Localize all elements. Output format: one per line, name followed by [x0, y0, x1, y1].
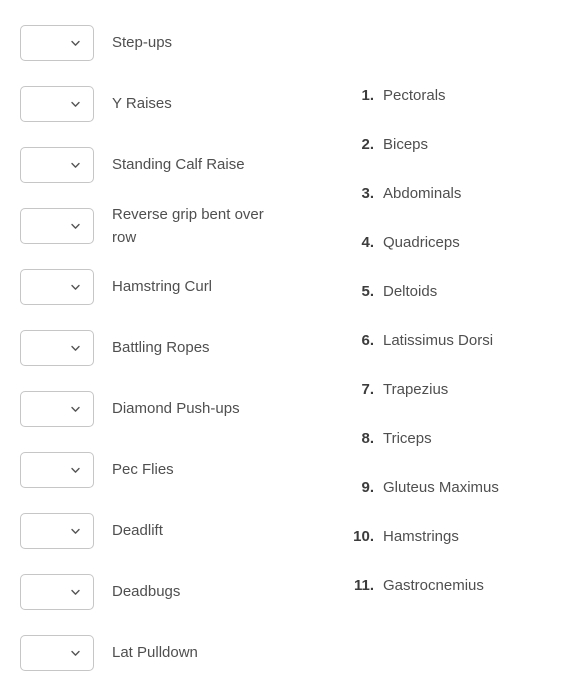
- select-wrapper: [20, 512, 94, 549]
- exercise-label: Diamond Push-ups: [112, 400, 240, 417]
- exercise-row: Y Raises: [0, 73, 320, 134]
- list-item-number: 4.: [361, 234, 374, 251]
- list-item-label: Deltoids: [383, 283, 438, 300]
- chevron-down-icon: [69, 341, 82, 354]
- select-wrapper: [20, 573, 94, 610]
- list-item-number: 11.: [353, 577, 374, 594]
- chevron-down-icon: [69, 280, 82, 293]
- list-item-number: 3.: [361, 185, 374, 202]
- chevron-down-icon: [69, 524, 82, 537]
- list-item-label: Quadriceps: [383, 234, 460, 251]
- exercise-select-deadbugs[interactable]: [20, 573, 94, 610]
- select-wrapper: [20, 268, 94, 305]
- select-wrapper: [20, 24, 94, 61]
- list-item: 9. Gluteus Maximus: [336, 479, 561, 528]
- exercise-label: Hamstring Curl: [112, 278, 213, 295]
- list-item-number: 1.: [361, 87, 374, 104]
- list-item-number: 8.: [361, 430, 374, 447]
- exercise-label: Step-ups: [112, 34, 173, 51]
- list-item-label: Triceps: [383, 430, 432, 447]
- list-item: 10. Hamstrings: [336, 528, 561, 577]
- list-item: 6. Latissimus Dorsi: [336, 332, 561, 381]
- exercise-select-deadlift[interactable]: [20, 512, 94, 549]
- list-item: 3. Abdominals: [336, 185, 561, 234]
- exercise-row: Deadbugs: [0, 561, 320, 622]
- list-item-label: Hamstrings: [383, 528, 459, 545]
- exercise-select-step-ups[interactable]: [20, 24, 94, 61]
- exercise-select-reverse-grip-bent-over-row[interactable]: [20, 207, 94, 244]
- exercise-label: Y Raises: [112, 95, 172, 112]
- exercise-label: Standing Calf Raise: [112, 156, 245, 173]
- chevron-down-icon: [69, 158, 82, 171]
- exercise-row: Deadlift: [0, 500, 320, 561]
- list-item-label: Latissimus Dorsi: [383, 332, 494, 349]
- exercise-label: Battling Ropes: [112, 339, 210, 356]
- select-wrapper: [20, 329, 94, 366]
- exercise-row: Standing Calf Raise: [0, 134, 320, 195]
- list-item-label: Biceps: [383, 136, 429, 153]
- list-item-label: Trapezius: [383, 381, 449, 398]
- chevron-down-icon: [69, 36, 82, 49]
- exercise-list: Step-ups Y Raises Standing Calf Raise Re…: [0, 0, 320, 683]
- list-item: 8. Triceps: [336, 430, 561, 479]
- list-item: 7. Trapezius: [336, 381, 561, 430]
- exercise-select-battling-ropes[interactable]: [20, 329, 94, 366]
- exercise-label: Deadlift: [112, 522, 163, 539]
- exercise-label: Lat Pulldown: [112, 644, 198, 661]
- chevron-down-icon: [69, 646, 82, 659]
- list-item: 11. Gastrocnemius: [336, 577, 561, 626]
- list-item: 1. Pectorals: [336, 87, 561, 136]
- exercise-select-standing-calf-raise[interactable]: [20, 146, 94, 183]
- select-wrapper: [20, 85, 94, 122]
- select-wrapper: [20, 634, 94, 671]
- list-item-number: 7.: [361, 381, 374, 398]
- muscle-group-list: 1. Pectorals 2. Biceps 3. Abdominals 4. …: [336, 87, 561, 626]
- exercise-select-y-raises[interactable]: [20, 85, 94, 122]
- exercise-select-pec-flies[interactable]: [20, 451, 94, 488]
- chevron-down-icon: [69, 219, 82, 232]
- select-wrapper: [20, 207, 94, 244]
- list-item-number: 5.: [361, 283, 374, 300]
- exercise-label: Reverse grip bent over row: [112, 205, 264, 246]
- exercise-row: Hamstring Curl: [0, 256, 320, 317]
- list-item-number: 2.: [361, 136, 374, 153]
- list-item-label: Gastrocnemius: [383, 577, 484, 594]
- exercise-row: Step-ups: [0, 12, 320, 73]
- exercise-label: Deadbugs: [112, 583, 181, 600]
- exercise-select-hamstring-curl[interactable]: [20, 268, 94, 305]
- list-item: 5. Deltoids: [336, 283, 561, 332]
- list-item-label: Gluteus Maximus: [383, 479, 499, 496]
- exercise-select-lat-pulldown[interactable]: [20, 634, 94, 671]
- exercise-row: Pec Flies: [0, 439, 320, 500]
- exercise-label: Pec Flies: [112, 461, 174, 478]
- select-wrapper: [20, 146, 94, 183]
- list-item-number: 10.: [353, 528, 374, 545]
- chevron-down-icon: [69, 585, 82, 598]
- list-item-label: Abdominals: [383, 185, 462, 202]
- exercise-row: Battling Ropes: [0, 317, 320, 378]
- list-item-label: Pectorals: [383, 87, 446, 104]
- list-item: 4. Quadriceps: [336, 234, 561, 283]
- chevron-down-icon: [69, 463, 82, 476]
- list-item-number: 9.: [361, 479, 374, 496]
- select-wrapper: [20, 390, 94, 427]
- matching-exercise-page: Step-ups Y Raises Standing Calf Raise Re…: [0, 0, 561, 695]
- chevron-down-icon: [69, 402, 82, 415]
- exercise-row: Reverse grip bent over row: [0, 195, 320, 256]
- exercise-select-diamond-push-ups[interactable]: [20, 390, 94, 427]
- select-wrapper: [20, 451, 94, 488]
- chevron-down-icon: [69, 97, 82, 110]
- list-item-number: 6.: [361, 332, 374, 349]
- exercise-row: Diamond Push-ups: [0, 378, 320, 439]
- exercise-row: Lat Pulldown: [0, 622, 320, 683]
- list-item: 2. Biceps: [336, 136, 561, 185]
